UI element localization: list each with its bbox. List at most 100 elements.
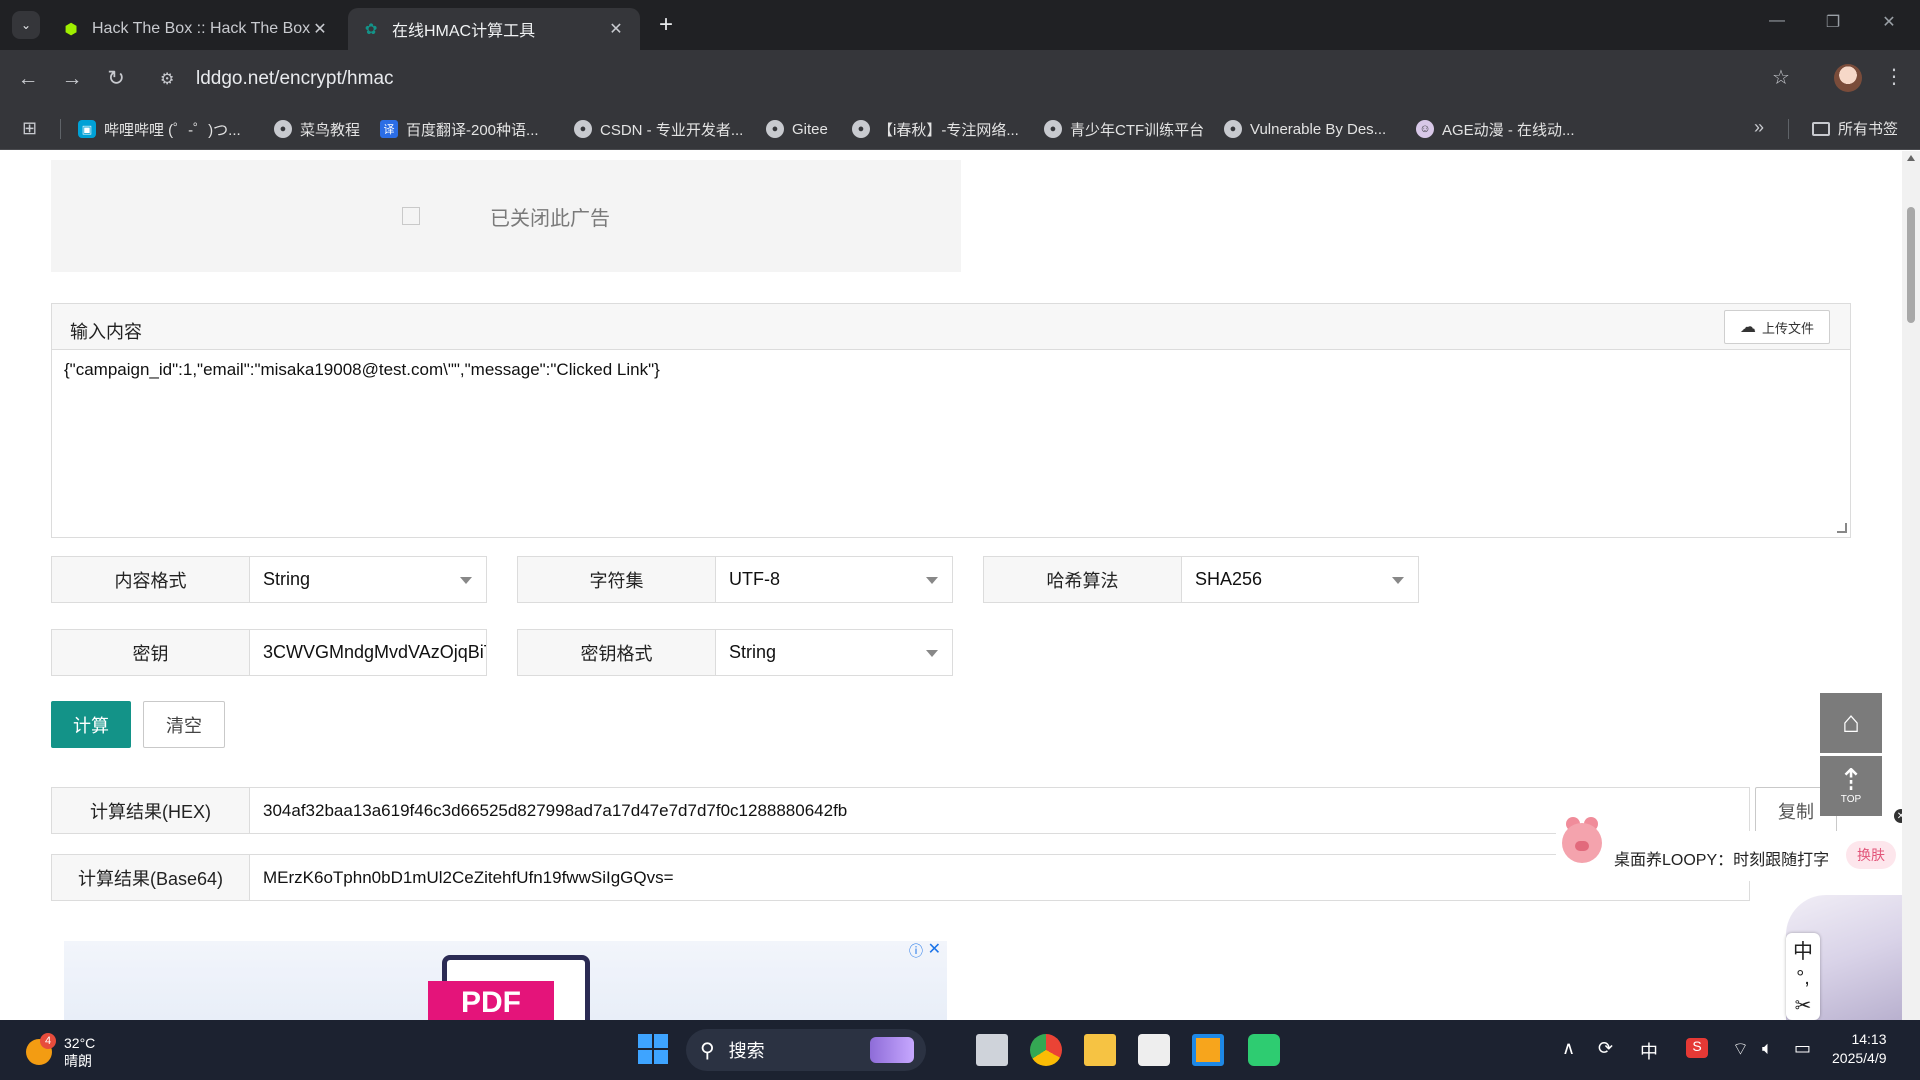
chevron-down-icon [460,577,472,584]
sogou-icon[interactable]: S [1686,1038,1708,1058]
site-settings-icon[interactable]: ⚙ [160,69,182,89]
key-format-field: 密钥格式 String [517,629,953,676]
key-format-select[interactable]: String [716,630,952,675]
wifi-icon[interactable]: ⌔ [1732,1038,1749,1061]
tab-hmac-tool[interactable]: ✿ 在线HMAC计算工具 ✕ [348,8,640,50]
bookmark-vulnhub[interactable]: ● Vulnerable By Des... [1224,118,1386,140]
tab-hackthebox[interactable]: ⬢ Hack The Box :: Hack The Box ✕ [48,8,344,50]
close-window-icon[interactable]: ✕ [1866,12,1912,32]
input-text: {"campaign_id":1,"email":"misaka19008@te… [64,360,660,379]
bookmark-star-icon[interactable]: ☆ [1772,65,1790,90]
charset-select[interactable]: UTF-8 [716,557,952,602]
bookmark-ichunqiu[interactable]: ● 【i春秋】-专注网络... [852,118,1019,140]
calculate-button[interactable]: 计算 [51,701,131,748]
hash-algorithm-field: 哈希算法 SHA256 [983,556,1419,603]
back-to-top-button[interactable]: ⇡ TOP [1820,756,1882,816]
home-button[interactable]: ⌂ [1820,693,1882,753]
system-clock[interactable]: 14:13 2025/4/9 [1832,1030,1887,1068]
input-label: 输入内容 [70,322,142,342]
browser-toolbar: ← → ↻ ⚙ lddgo.net/encrypt/hmac ☆ ⋮ [0,50,1920,108]
ime-scissors-icon[interactable]: ✂ [1795,993,1812,1018]
page-content: 已关闭此广告 输入内容 ☁ 上传文件 {"campaign_id":1,"ema… [0,151,1902,1020]
volume-icon[interactable]: 🔈︎ [1762,1038,1773,1059]
ad-info-icon[interactable]: ⓘ [909,941,923,961]
sync-icon[interactable]: ⟳ [1598,1038,1613,1059]
site-gear-icon: ✿ [364,21,378,38]
profile-avatar[interactable] [1834,64,1862,92]
search-icon: ⚲ [700,1039,715,1062]
clear-button[interactable]: 清空 [143,701,225,748]
globe-icon: ● [1044,120,1062,138]
upload-file-button[interactable]: ☁ 上传文件 [1724,310,1830,344]
input-panel-header: 输入内容 ☁ 上传文件 [52,304,1850,350]
globe-icon: ● [274,120,292,138]
reload-icon[interactable]: ↻ [102,65,130,93]
result-base64-output[interactable]: MErzK6oTphn0bD1mUl2CeZitehfUfn19fwwSiIgG… [250,855,1749,900]
bookmark-age-anime[interactable]: ☺ AGE动漫 - 在线动... [1416,118,1575,140]
globe-icon: ● [1224,120,1242,138]
snipping-tool-icon[interactable] [1138,1034,1170,1066]
hash-algorithm-select[interactable]: SHA256 [1182,557,1418,602]
all-bookmarks-button[interactable]: 所有书签 [1812,118,1898,139]
apps-grid-icon[interactable]: ⊞ [22,119,40,137]
chrome-icon[interactable] [1030,1034,1062,1066]
green-app-icon[interactable] [1248,1034,1280,1066]
minimize-icon[interactable]: — [1754,12,1800,30]
resize-grip-icon[interactable] [1837,523,1847,533]
key-label: 密钥 [52,630,250,675]
bookmark-gitee[interactable]: ● Gitee [766,118,828,140]
virtual-machine-icon[interactable] [1192,1034,1224,1066]
loopy-close-icon[interactable]: ✕ [1894,809,1902,823]
bookmark-runoob[interactable]: ● 菜鸟教程 [274,118,360,140]
charset-field: 字符集 UTF-8 [517,556,953,603]
result-hex-field: 计算结果(HEX) 304af32baa13a619f46c3d66525d82… [51,787,1750,834]
more-bookmarks-icon[interactable]: » [1754,117,1764,138]
loopy-widget[interactable]: 桌面养LOOPY：时刻跟随打字 换肤 ✕ [1556,809,1902,881]
windows-start-icon[interactable] [638,1034,670,1066]
taskbar-search[interactable]: ⚲ 搜索 [686,1029,926,1071]
ime-punctuation-icon[interactable]: °, [1796,967,1810,990]
bookmark-bilibili[interactable]: ▣ 哔哩哔哩 (゜-゜)つ... [78,118,241,140]
chevron-down-icon [1392,577,1404,584]
tab-search-dropdown[interactable]: ⌄ [12,11,40,39]
key-input[interactable]: 3CWVGMndgMvdVAzOjqBiT [250,630,486,675]
charset-label: 字符集 [518,557,716,602]
anime-character-widget[interactable]: 中 °, ✂ [1786,895,1902,1020]
task-view-icon[interactable] [976,1034,1008,1066]
change-skin-button[interactable]: 换肤 [1846,841,1896,869]
ime-chinese-icon[interactable]: 中 [1793,935,1813,964]
ad-closed-text: 已关闭此广告 [490,207,610,230]
back-arrow-icon[interactable]: ← [14,65,42,93]
scroll-up-icon[interactable] [1907,155,1915,161]
sun-icon: 4 [26,1033,56,1065]
bookmark-csdn[interactable]: ● CSDN - 专业开发者... [574,118,743,140]
bookmarks-divider [1788,119,1789,139]
restore-icon[interactable]: ❐ [1810,12,1856,32]
tab-close-icon[interactable]: ✕ [310,19,330,39]
ime-indicator[interactable]: 中 [1640,1038,1658,1064]
content-format-select[interactable]: String [250,557,486,602]
bookmark-baidu-translate[interactable]: 译百度翻译-200种语... [380,118,539,140]
folder-icon [1812,121,1830,136]
loopy-pig-icon [1556,817,1606,875]
scrollbar-thumb[interactable] [1907,207,1915,323]
address-bar[interactable]: ⚙ lddgo.net/encrypt/hmac [160,60,1760,98]
file-explorer-icon[interactable] [1084,1034,1116,1066]
battery-icon[interactable]: ▭ [1794,1038,1811,1059]
ad-close-icon[interactable]: ✕ [928,939,941,959]
forward-arrow-icon[interactable]: → [58,65,86,93]
ime-toolbar[interactable]: 中 °, ✂ [1786,933,1820,1020]
page-scrollbar[interactable] [1902,151,1920,1020]
pdf-ad-banner[interactable]: PDF ⓘ ✕ [64,941,947,1020]
tab-close-icon[interactable]: ✕ [606,19,626,39]
input-textarea[interactable]: {"campaign_id":1,"email":"misaka19008@te… [52,350,1850,536]
time: 14:13 [1851,1031,1887,1047]
loopy-text: 桌面养LOOPY：时刻跟随打字 [1614,852,1830,869]
result-hex-output[interactable]: 304af32baa13a619f46c3d66525d827998ad7a17… [250,788,1749,833]
weather-widget[interactable]: 4 32°C 晴朗 [26,1033,95,1070]
bookmark-qsnctf[interactable]: ● 青少年CTF训练平台 [1044,118,1204,140]
kebab-menu-icon[interactable]: ⋮ [1884,64,1904,89]
result-base64-label: 计算结果(Base64) [52,855,250,900]
tray-overflow-icon[interactable]: ∧ [1562,1038,1575,1059]
new-tab-button[interactable]: + [652,12,680,40]
